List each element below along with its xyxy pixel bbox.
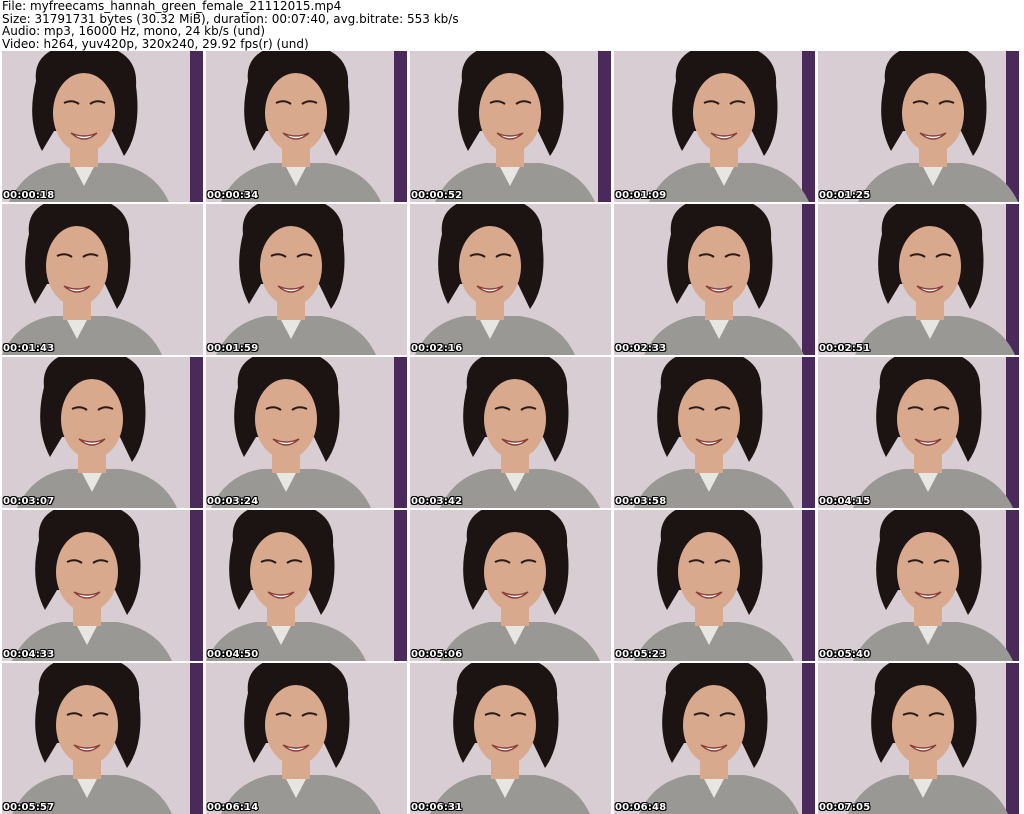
frame-image: [818, 357, 1019, 508]
frame-timestamp: 00:01:09: [615, 190, 667, 201]
video-frame-thumbnail: 00:07:05: [818, 663, 1019, 814]
video-frame-thumbnail: 00:02:51: [818, 204, 1019, 355]
video-frame-thumbnail: 00:05:23: [614, 510, 815, 661]
video-frame-thumbnail: 00:04:50: [206, 510, 407, 661]
frame-image: [206, 357, 407, 508]
frame-image: [614, 51, 815, 202]
video-frame-thumbnail: 00:04:15: [818, 357, 1019, 508]
frame-timestamp: 00:00:34: [207, 190, 259, 201]
frame-image: [614, 663, 815, 814]
frame-image: [614, 204, 815, 355]
frame-timestamp: 00:02:51: [819, 343, 871, 354]
frame-image: [410, 663, 611, 814]
frame-timestamp: 00:05:06: [411, 649, 463, 660]
frame-timestamp: 00:03:58: [615, 496, 667, 507]
frame-timestamp: 00:06:48: [615, 802, 667, 813]
video-frame-thumbnail: 00:06:48: [614, 663, 815, 814]
frame-image: [410, 510, 611, 661]
frame-image: [818, 663, 1019, 814]
video-frame-thumbnail: 00:02:16: [410, 204, 611, 355]
video-frame-thumbnail: 00:01:09: [614, 51, 815, 202]
video-info-line: Video: h264, yuv420p, 320x240, 29.92 fps…: [2, 36, 309, 51]
frame-image: [410, 204, 611, 355]
video-frame-thumbnail: 00:03:07: [2, 357, 203, 508]
thumbnail-grid: 00:00:18 00:00:34 00:00:52 00:01:09 00:0…: [2, 51, 1019, 814]
frame-image: [818, 51, 1019, 202]
video-frame-thumbnail: 00:02:33: [614, 204, 815, 355]
frame-timestamp: 00:05:40: [819, 649, 871, 660]
video-frame-thumbnail: 00:03:58: [614, 357, 815, 508]
frame-timestamp: 00:00:52: [411, 190, 463, 201]
file-info-header: File: myfreecams_hannah_green_female_211…: [2, 0, 1022, 50]
frame-timestamp: 00:05:23: [615, 649, 667, 660]
frame-timestamp: 00:03:07: [3, 496, 55, 507]
audio-info-line: Audio: mp3, 16000 Hz, mono, 24 kb/s (und…: [2, 24, 266, 38]
video-frame-thumbnail: 00:06:31: [410, 663, 611, 814]
video-frame-thumbnail: 00:03:42: [410, 357, 611, 508]
video-frame-thumbnail: 00:00:52: [410, 51, 611, 202]
frame-timestamp: 00:02:33: [615, 343, 667, 354]
frame-timestamp: 00:04:15: [819, 496, 871, 507]
frame-image: [206, 51, 407, 202]
video-frame-thumbnail: 00:05:40: [818, 510, 1019, 661]
frame-image: [206, 510, 407, 661]
frame-timestamp: 00:04:33: [3, 649, 55, 660]
video-frame-thumbnail: 00:06:14: [206, 663, 407, 814]
frame-image: [614, 357, 815, 508]
video-frame-thumbnail: 00:01:43: [2, 204, 203, 355]
frame-timestamp: 00:02:16: [411, 343, 463, 354]
frame-timestamp: 00:01:59: [207, 343, 259, 354]
frame-image: [2, 663, 203, 814]
frame-timestamp: 00:05:57: [3, 802, 55, 813]
frame-timestamp: 00:01:25: [819, 190, 871, 201]
file-name-line: File: myfreecams_hannah_green_female_211…: [2, 0, 342, 13]
video-frame-thumbnail: 00:01:25: [818, 51, 1019, 202]
frame-image: [206, 204, 407, 355]
video-frame-thumbnail: 00:00:18: [2, 51, 203, 202]
frame-image: [206, 663, 407, 814]
frame-image: [614, 510, 815, 661]
frame-image: [410, 51, 611, 202]
frame-timestamp: 00:07:05: [819, 802, 871, 813]
frame-image: [410, 357, 611, 508]
frame-image: [2, 510, 203, 661]
frame-timestamp: 00:03:24: [207, 496, 259, 507]
frame-timestamp: 00:06:31: [411, 802, 463, 813]
video-frame-thumbnail: 00:04:33: [2, 510, 203, 661]
frame-image: [818, 510, 1019, 661]
frame-image: [818, 204, 1019, 355]
video-frame-thumbnail: 00:05:57: [2, 663, 203, 814]
frame-timestamp: 00:00:18: [3, 190, 55, 201]
frame-image: [2, 204, 203, 355]
video-frame-thumbnail: 00:01:59: [206, 204, 407, 355]
frame-timestamp: 00:03:42: [411, 496, 463, 507]
frame-timestamp: 00:06:14: [207, 802, 259, 813]
frame-image: [2, 51, 203, 202]
frame-timestamp: 00:04:50: [207, 649, 259, 660]
video-frame-thumbnail: 00:00:34: [206, 51, 407, 202]
video-frame-thumbnail: 00:05:06: [410, 510, 611, 661]
video-frame-thumbnail: 00:03:24: [206, 357, 407, 508]
frame-timestamp: 00:01:43: [3, 343, 55, 354]
frame-image: [2, 357, 203, 508]
